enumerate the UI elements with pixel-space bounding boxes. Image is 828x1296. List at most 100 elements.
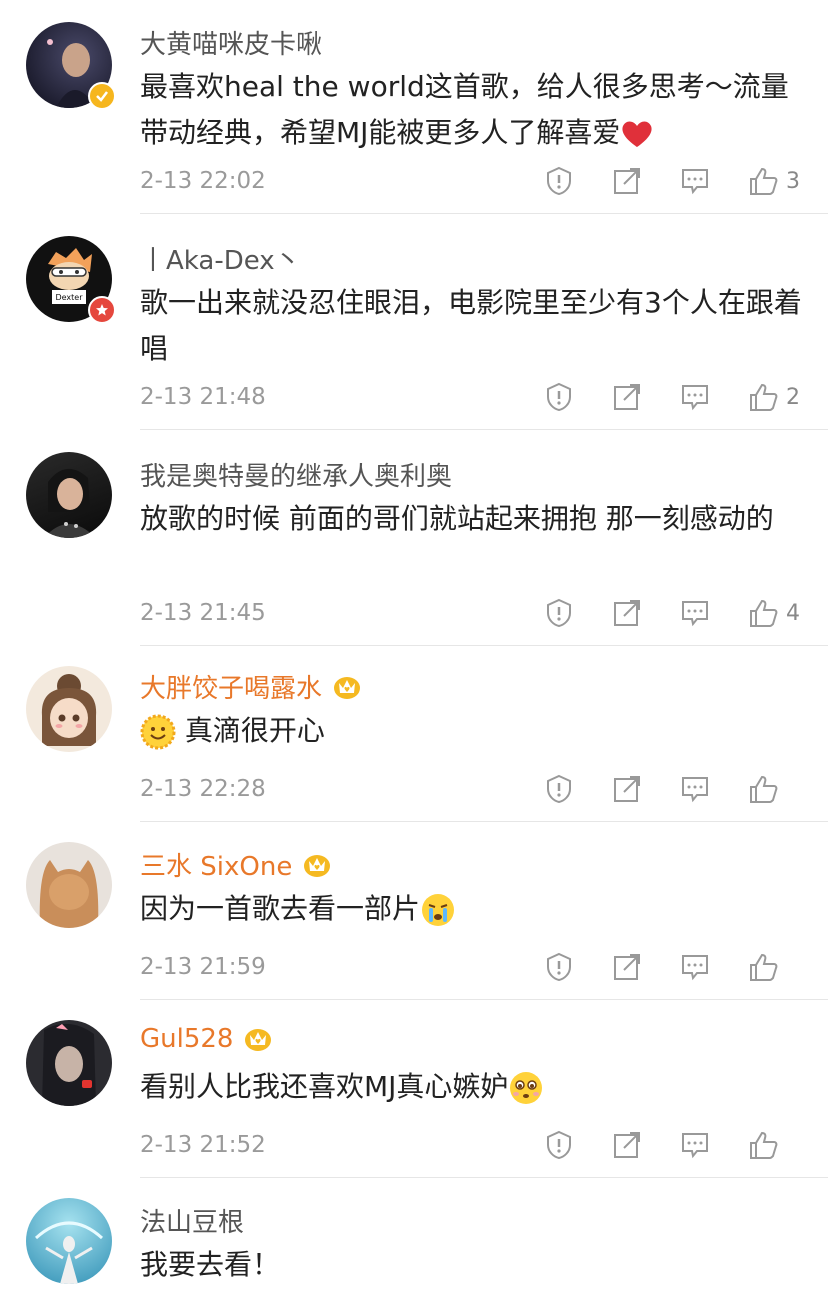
- username-text[interactable]: 丨Aka-Dex丶: [140, 240, 301, 277]
- like-count: 3: [786, 168, 800, 194]
- timestamp: 2-13 22:28: [140, 776, 266, 802]
- comment-icon[interactable]: [680, 166, 710, 196]
- comment-text: 我要去看！: [140, 1242, 810, 1288]
- avatar-photo: [42, 1023, 96, 1106]
- heart-emoji-icon: [622, 121, 652, 147]
- username[interactable]: 大胖饺子喝露水 ♥: [140, 668, 362, 705]
- username-text[interactable]: Gul528: [140, 1024, 233, 1054]
- like-icon[interactable]: [748, 382, 778, 412]
- report-icon[interactable]: [544, 774, 574, 804]
- comment-meta: 2-13 21:45 4: [140, 596, 800, 630]
- cry-emoji-icon: [422, 894, 455, 926]
- username-text[interactable]: 三水 SixOne: [140, 846, 292, 883]
- comment-icon[interactable]: [680, 382, 710, 412]
- share-icon[interactable]: [612, 598, 642, 628]
- comment-text: 歌一出来就没忍住眼泪，电影院里至少有3个人在跟着唱: [140, 280, 810, 372]
- timestamp: 2-13 21:59: [140, 954, 266, 980]
- avatar[interactable]: [26, 1198, 112, 1284]
- avatar[interactable]: [26, 666, 112, 752]
- like-icon[interactable]: [748, 952, 778, 982]
- username[interactable]: 大黄喵咪皮卡啾: [140, 24, 322, 61]
- username-text[interactable]: 法山豆根: [140, 1202, 244, 1239]
- verified-icon: [88, 82, 116, 110]
- username[interactable]: 我是奥特曼的继承人奥利奥: [140, 456, 452, 493]
- username-text[interactable]: 大胖饺子喝露水: [140, 668, 322, 705]
- share-icon[interactable]: [612, 774, 642, 804]
- comment-icon[interactable]: [680, 952, 710, 982]
- timestamp: 2-13 21:48: [140, 384, 266, 410]
- like-icon[interactable]: [748, 598, 778, 628]
- action-bar: [506, 772, 800, 806]
- avatar-photo: [39, 860, 99, 928]
- comment-meta: 2-13 21:59: [140, 950, 800, 984]
- comment-text-body: 我要去看！: [140, 1248, 281, 1281]
- timestamp: 2-13 21:45: [140, 600, 266, 626]
- share-icon[interactable]: [612, 166, 642, 196]
- crown-icon: ♥: [304, 854, 331, 877]
- crown-icon: ♥: [245, 1029, 272, 1051]
- like-count: 2: [786, 384, 800, 410]
- comment-item: 大黄喵咪皮卡啾 最喜欢heal the world这首歌，给人很多思考～流量带动…: [0, 0, 828, 214]
- comment-text: 看别人比我还喜欢MJ真心嫉妒: [140, 1064, 810, 1110]
- avatar[interactable]: [26, 1020, 112, 1106]
- crown-icon: ♥: [334, 676, 361, 699]
- comment-text-body: 放歌的时候 前面的哥们就站起来拥抱 那一刻感动的: [140, 502, 774, 535]
- username[interactable]: 丨Aka-Dex丶: [140, 240, 301, 277]
- avatar[interactable]: [26, 452, 112, 538]
- like-icon[interactable]: [748, 1130, 778, 1160]
- report-icon[interactable]: [544, 952, 574, 982]
- comment-text-body: 看别人比我还喜欢MJ真心嫉妒: [140, 1070, 509, 1103]
- share-icon[interactable]: [612, 952, 642, 982]
- comment-icon[interactable]: [680, 774, 710, 804]
- comment-item: Dexter 丨Aka-Dex丶 歌一出来就没忍住眼泪，电影院里至少有3个人在跟…: [0, 214, 828, 430]
- comment-text: 放歌的时候 前面的哥们就站起来拥抱 那一刻感动的: [140, 496, 810, 542]
- comment-text: 因为一首歌去看一部片: [140, 886, 810, 932]
- comment-meta: 2-13 21:52: [140, 1128, 800, 1162]
- like-icon[interactable]: [748, 774, 778, 804]
- username[interactable]: Gul528 ♥: [140, 1024, 273, 1054]
- action-bar: [506, 950, 800, 984]
- avatar-photo: [34, 1221, 104, 1284]
- username[interactable]: 法山豆根: [140, 1202, 244, 1239]
- timestamp: 2-13 22:02: [140, 168, 266, 194]
- svg-text:♥: ♥: [255, 1038, 261, 1046]
- comment-text: 真滴很开心: [140, 708, 810, 754]
- report-icon[interactable]: [544, 1130, 574, 1160]
- report-icon[interactable]: [544, 598, 574, 628]
- action-bar: [506, 1128, 800, 1162]
- smile-emoji-icon: [140, 714, 176, 750]
- comment-item: 大胖饺子喝露水 ♥ 真滴很开心 2-13 22:28: [0, 646, 828, 822]
- comment-text-body: 因为一首歌去看一部片: [140, 892, 421, 925]
- comment-meta: 2-13 22:28: [140, 772, 800, 806]
- comment-text-body: 歌一出来就没忍住眼泪，电影院里至少有3个人在跟着唱: [140, 286, 802, 365]
- comment-icon[interactable]: [680, 1130, 710, 1160]
- pout-emoji-icon: [510, 1072, 543, 1104]
- comment-item: Gul528 ♥ 看别人比我还喜欢MJ真心嫉妒 2-13 21:52: [0, 1000, 828, 1178]
- like-icon[interactable]: [748, 166, 778, 196]
- comment-list: 大黄喵咪皮卡啾 最喜欢heal the world这首歌，给人很多思考～流量带动…: [0, 0, 828, 1296]
- like-count: 4: [786, 600, 800, 626]
- comment-item: 我是奥特曼的继承人奥利奥 放歌的时候 前面的哥们就站起来拥抱 那一刻感动的 2-…: [0, 430, 828, 646]
- comment-text-body: 最喜欢heal the world这首歌，给人很多思考～流量带动经典，希望MJ能…: [140, 70, 789, 149]
- avatar-photo: [44, 468, 96, 538]
- action-bar: 2: [506, 380, 800, 414]
- comment-text: 最喜欢heal the world这首歌，给人很多思考～流量带动经典，希望MJ能…: [140, 64, 810, 156]
- avatar-caption: Dexter: [55, 293, 83, 302]
- share-icon[interactable]: [612, 1130, 642, 1160]
- comment-item: 三水 SixOne ♥ 因为一首歌去看一部片 2-13 21:59: [0, 822, 828, 1000]
- avatar-photo: [41, 674, 97, 746]
- comment-text-body: 真滴很开心: [184, 714, 325, 747]
- report-icon[interactable]: [544, 382, 574, 412]
- svg-text:♥: ♥: [344, 686, 350, 694]
- username[interactable]: 三水 SixOne ♥: [140, 846, 332, 883]
- star-badge-icon: [88, 296, 116, 324]
- share-icon[interactable]: [612, 382, 642, 412]
- comment-meta: 2-13 21:48 2: [140, 380, 800, 414]
- avatar[interactable]: [26, 842, 112, 928]
- comment-icon[interactable]: [680, 598, 710, 628]
- username-text[interactable]: 大黄喵咪皮卡啾: [140, 24, 322, 61]
- svg-text:♥: ♥: [314, 864, 320, 872]
- comment-item: 法山豆根 我要去看！: [0, 1178, 828, 1296]
- username-text[interactable]: 我是奥特曼的继承人奥利奥: [140, 456, 452, 493]
- report-icon[interactable]: [544, 166, 574, 196]
